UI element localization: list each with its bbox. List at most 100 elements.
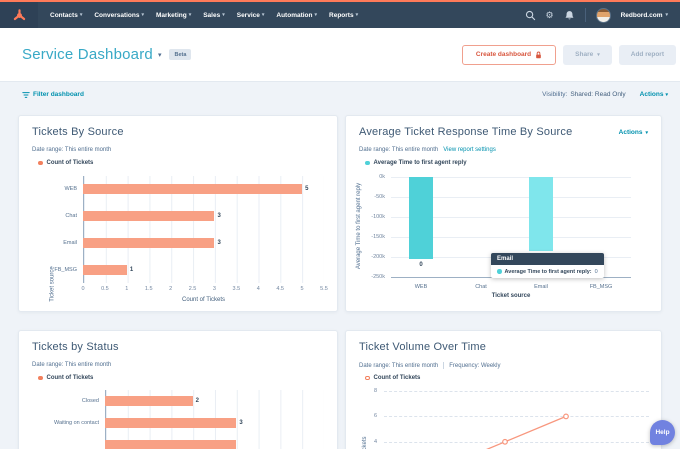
category-label: Email: [534, 284, 548, 290]
search-icon[interactable]: [525, 10, 536, 21]
nav-label: Conversations: [94, 12, 139, 19]
filter-label: Filter dashboard: [33, 91, 84, 98]
chevron-down-icon: ▾: [315, 12, 318, 18]
tickets-by-source-chart: Ticket source WEB5Chat3Email3FB_MSG1 00.…: [32, 176, 324, 306]
nav-conversations[interactable]: Conversations▾: [94, 12, 144, 19]
card-title: Tickets by Status: [32, 341, 119, 353]
share-label: Share: [575, 51, 593, 58]
nav-marketing[interactable]: Marketing▾: [156, 12, 191, 19]
bar[interactable]: [83, 184, 302, 194]
filter-icon: [22, 91, 30, 99]
dashboard-actions-menu[interactable]: Actions ▾: [640, 91, 668, 98]
x-axis-ticks: 00.511.522.533.544.555.5: [83, 286, 324, 294]
share-button[interactable]: Share ▾: [563, 45, 612, 65]
x-axis-tick: 3: [213, 286, 216, 292]
bar-value-label: 3: [239, 420, 242, 426]
chevron-down-icon: ▾: [80, 12, 83, 18]
bar[interactable]: [105, 396, 193, 406]
bar[interactable]: [529, 177, 553, 251]
nav-label: Sales: [203, 12, 220, 19]
settings-gear-icon[interactable]: ⚙: [546, 11, 554, 20]
bar-value-label: 1: [130, 267, 133, 273]
bar-area: 3: [83, 203, 324, 230]
bar[interactable]: [83, 265, 127, 275]
nav-menu: Contacts▾ Conversations▾ Marketing▾ Sale…: [50, 12, 358, 19]
x-axis-label: Ticket source: [391, 293, 631, 299]
tooltip-header: Email: [491, 253, 604, 265]
visibility-value: Shared: Read Only: [570, 91, 625, 98]
x-axis-tick: 2: [169, 286, 172, 292]
nav-right-cluster: ⚙ Redbord.com▾: [525, 8, 680, 23]
x-axis-tick: 4: [257, 286, 260, 292]
bar-value-label: 3: [217, 213, 220, 219]
category-label: Chat: [32, 213, 83, 219]
nav-automation[interactable]: Automation▾: [276, 12, 317, 19]
tooltip-body: Average Time to first agent reply: 0: [491, 265, 604, 278]
filter-dashboard-link[interactable]: Filter dashboard: [22, 91, 84, 99]
add-report-label: Add report: [631, 51, 664, 58]
title-wrap: Service Dashboard ▾ Beta: [22, 46, 191, 63]
y-axis-tick: -50k: [374, 194, 385, 200]
add-report-button[interactable]: Add report: [619, 45, 676, 65]
notifications-bell-icon[interactable]: [564, 10, 575, 21]
y-axis-tick: -150k: [371, 234, 385, 240]
nav-contacts[interactable]: Contacts▾: [50, 12, 82, 19]
bar[interactable]: [105, 418, 236, 428]
date-range-text: Date range: This entire month: [32, 147, 111, 153]
beta-badge: Beta: [169, 49, 191, 60]
category-label: Chat: [475, 284, 487, 290]
nav-reports[interactable]: Reports▾: [329, 12, 358, 19]
y-axis-tick: -200k: [371, 254, 385, 260]
chevron-down-icon[interactable]: ▾: [158, 51, 162, 59]
chart-legend[interactable]: Count of Tickets: [38, 375, 93, 381]
bar[interactable]: [105, 440, 236, 449]
legend-label: Count of Tickets: [47, 160, 94, 166]
hubspot-service-dashboard: Contacts▾ Conversations▾ Marketing▾ Sale…: [0, 0, 680, 449]
nav-service[interactable]: Service▾: [237, 12, 265, 19]
card-tickets-by-source: Tickets By Source Date range: This entir…: [18, 115, 338, 312]
bar[interactable]: [83, 238, 214, 248]
chart-plot-area: 864: [384, 388, 649, 449]
bar-area: 3: [83, 230, 324, 257]
hubspot-logo[interactable]: [0, 2, 38, 28]
y-axis-tick: -100k: [371, 214, 385, 220]
help-button[interactable]: Help: [650, 420, 675, 445]
account-name: Redbord.com: [621, 12, 663, 19]
y-axis-tick: -250k: [371, 274, 385, 280]
page-header: Service Dashboard ▾ Beta Create dashboar…: [0, 28, 680, 82]
chevron-down-icon: ▾: [262, 12, 265, 18]
account-menu[interactable]: Redbord.com▾: [621, 12, 668, 19]
category-label: Closed: [32, 398, 105, 404]
bar-area: 5: [83, 176, 324, 203]
nav-divider: [585, 8, 586, 22]
y-axis-tick: 0k: [379, 174, 385, 180]
chevron-down-icon: ▾: [665, 92, 668, 98]
page-title[interactable]: Service Dashboard: [22, 46, 153, 63]
header-buttons: Create dashboard Share ▾ Add report: [462, 45, 676, 65]
x-axis-tick: 0: [81, 286, 84, 292]
bar[interactable]: [409, 177, 433, 259]
date-range: Date range: This entire month: [32, 147, 111, 153]
category-label: Waiting on contact: [32, 420, 105, 426]
chart-bars: Closed2Waiting on contact3: [32, 390, 324, 449]
bar[interactable]: [83, 211, 214, 221]
bar-area: [105, 434, 324, 449]
x-axis-label: Count of Tickets: [83, 297, 324, 303]
legend-label: Count of Tickets: [47, 375, 94, 381]
chart-tooltip: Email Average Time to first agent reply:…: [491, 253, 604, 278]
x-axis-categories: WEBChatEmailFB_MSG: [391, 284, 631, 292]
line-series: [384, 388, 649, 449]
ticket-volume-chart: Count of Tickets 864: [346, 331, 661, 449]
data-point[interactable]: [564, 414, 569, 419]
create-dashboard-button[interactable]: Create dashboard: [462, 45, 556, 65]
chart-legend[interactable]: Count of Tickets: [38, 160, 93, 166]
x-axis-tick: 2.5: [189, 286, 197, 292]
nav-sales[interactable]: Sales▾: [203, 12, 225, 19]
data-point[interactable]: [503, 440, 508, 445]
y-axis-tick: 6: [374, 413, 377, 419]
bar-row: Waiting on contact 3: [32, 412, 324, 434]
bar-value-label: 5: [305, 186, 308, 192]
x-axis-tick: 3.5: [233, 286, 241, 292]
sprocket-icon: [13, 9, 26, 22]
user-avatar[interactable]: [596, 8, 611, 23]
